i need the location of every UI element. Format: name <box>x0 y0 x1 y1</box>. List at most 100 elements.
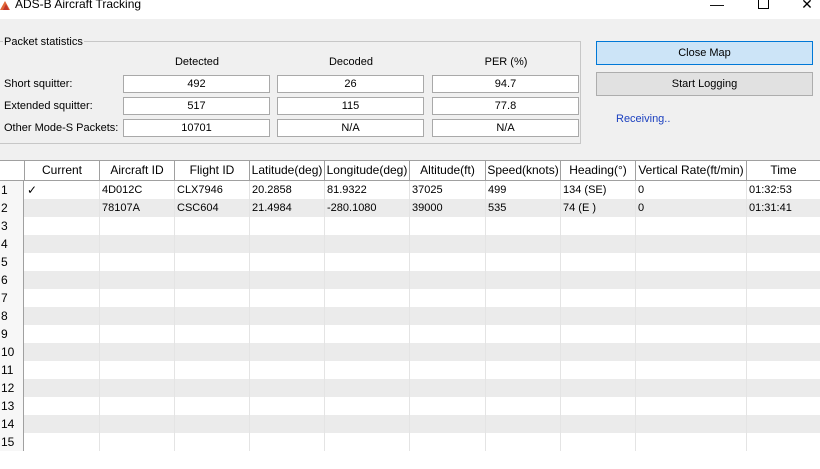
cell-heading[interactable] <box>561 235 636 253</box>
cell-heading[interactable] <box>561 217 636 235</box>
cell-altitude[interactable] <box>410 325 486 343</box>
cell-latitude[interactable] <box>250 271 325 289</box>
cell-speed[interactable] <box>486 343 561 361</box>
cell-altitude[interactable] <box>410 235 486 253</box>
cell-current[interactable] <box>25 253 100 271</box>
table-row[interactable]: 6 <box>0 271 820 289</box>
cell-heading[interactable] <box>561 397 636 415</box>
table-row[interactable]: 1 ✓ 4D012C CLX7946 20.2858 81.9322 37025 499 134… <box>0 181 820 199</box>
cell-latitude[interactable] <box>250 379 325 397</box>
cell-heading[interactable] <box>561 289 636 307</box>
cell-vertical-rate[interactable] <box>636 289 747 307</box>
cell-flight-id[interactable] <box>175 379 250 397</box>
cell-time[interactable] <box>747 361 820 379</box>
cell-speed[interactable] <box>486 361 561 379</box>
cell-heading[interactable] <box>561 307 636 325</box>
cell-flight-id[interactable] <box>175 271 250 289</box>
cell-vertical-rate[interactable] <box>636 217 747 235</box>
table-row[interactable]: 13 <box>0 397 820 415</box>
cell-flight-id[interactable] <box>175 397 250 415</box>
cell-aircraft-id[interactable] <box>100 325 175 343</box>
cell-current[interactable] <box>25 361 100 379</box>
cell-speed[interactable] <box>486 433 561 451</box>
header-current[interactable]: Current <box>25 161 100 180</box>
cell-vertical-rate[interactable] <box>636 433 747 451</box>
cell-time[interactable] <box>747 253 820 271</box>
cell-aircraft-id[interactable] <box>100 271 175 289</box>
cell-longitude[interactable] <box>325 235 410 253</box>
table-row[interactable]: 2 78107A CSC604 21.4984 -280.1080 39000 535 74 … <box>0 199 820 217</box>
cell-longitude[interactable] <box>325 307 410 325</box>
cell-current[interactable] <box>25 433 100 451</box>
cell-latitude[interactable] <box>250 307 325 325</box>
header-heading[interactable]: Heading(°) <box>561 161 636 180</box>
cell-flight-id[interactable] <box>175 325 250 343</box>
cell-current[interactable] <box>25 397 100 415</box>
cell-altitude[interactable] <box>410 415 486 433</box>
cell-longitude[interactable] <box>325 361 410 379</box>
header-time[interactable]: Time <box>747 161 820 180</box>
cell-flight-id[interactable] <box>175 289 250 307</box>
cell-time[interactable] <box>747 271 820 289</box>
header-speed[interactable]: Speed(knots) <box>486 161 561 180</box>
cell-flight-id[interactable] <box>175 235 250 253</box>
cell-aircraft-id[interactable] <box>100 361 175 379</box>
close-window-button[interactable]: ✕ <box>792 0 820 13</box>
cell-latitude[interactable] <box>250 235 325 253</box>
cell-vertical-rate[interactable] <box>636 271 747 289</box>
cell-current[interactable] <box>25 271 100 289</box>
cell-aircraft-id[interactable] <box>100 397 175 415</box>
cell-time[interactable]: 01:31:41 <box>747 199 820 217</box>
cell-time[interactable] <box>747 343 820 361</box>
cell-speed[interactable] <box>486 325 561 343</box>
cell-vertical-rate[interactable] <box>636 325 747 343</box>
cell-altitude[interactable] <box>410 379 486 397</box>
cell-vertical-rate[interactable] <box>636 397 747 415</box>
cell-heading[interactable] <box>561 379 636 397</box>
cell-longitude[interactable] <box>325 271 410 289</box>
start-logging-button[interactable]: Start Logging <box>596 72 813 96</box>
cell-heading[interactable] <box>561 433 636 451</box>
cell-latitude[interactable] <box>250 397 325 415</box>
minimize-button[interactable]: — <box>702 0 732 13</box>
cell-current[interactable] <box>25 235 100 253</box>
cell-vertical-rate[interactable] <box>636 253 747 271</box>
cell-latitude[interactable] <box>250 289 325 307</box>
cell-altitude[interactable] <box>410 307 486 325</box>
cell-speed[interactable] <box>486 253 561 271</box>
cell-heading[interactable] <box>561 271 636 289</box>
cell-longitude[interactable] <box>325 343 410 361</box>
cell-heading[interactable]: 134 (SE) <box>561 181 636 199</box>
cell-vertical-rate[interactable]: 0 <box>636 181 747 199</box>
header-longitude[interactable]: Longitude(deg) <box>325 161 410 180</box>
cell-flight-id[interactable] <box>175 415 250 433</box>
cell-longitude[interactable] <box>325 289 410 307</box>
table-row[interactable]: 11 <box>0 361 820 379</box>
table-row[interactable]: 8 <box>0 307 820 325</box>
cell-flight-id[interactable]: CLX7946 <box>175 181 250 199</box>
cell-aircraft-id[interactable]: 78107A <box>100 199 175 217</box>
cell-time[interactable] <box>747 235 820 253</box>
cell-current[interactable] <box>25 217 100 235</box>
table-row[interactable]: 5 <box>0 253 820 271</box>
cell-latitude[interactable] <box>250 415 325 433</box>
cell-latitude[interactable] <box>250 325 325 343</box>
cell-time[interactable]: 01:32:53 <box>747 181 820 199</box>
table-row[interactable]: 3 <box>0 217 820 235</box>
cell-aircraft-id[interactable] <box>100 235 175 253</box>
table-row[interactable]: 10 <box>0 343 820 361</box>
cell-current[interactable] <box>25 379 100 397</box>
cell-longitude[interactable] <box>325 379 410 397</box>
cell-heading[interactable] <box>561 415 636 433</box>
cell-heading[interactable] <box>561 253 636 271</box>
cell-current[interactable] <box>25 415 100 433</box>
cell-speed[interactable] <box>486 271 561 289</box>
cell-current[interactable] <box>25 307 100 325</box>
cell-time[interactable] <box>747 307 820 325</box>
cell-altitude[interactable]: 37025 <box>410 181 486 199</box>
cell-aircraft-id[interactable] <box>100 433 175 451</box>
cell-aircraft-id[interactable]: 4D012C <box>100 181 175 199</box>
cell-altitude[interactable] <box>410 271 486 289</box>
cell-flight-id[interactable] <box>175 217 250 235</box>
cell-time[interactable] <box>747 379 820 397</box>
